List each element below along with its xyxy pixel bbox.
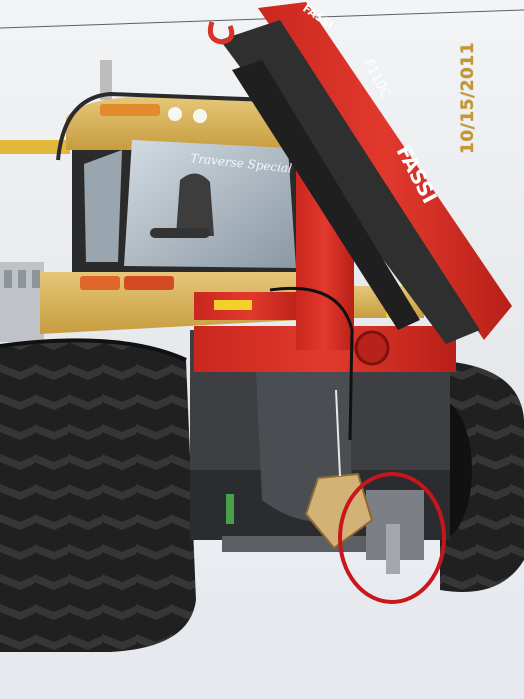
steering-wheel	[150, 228, 210, 238]
green-tag	[226, 494, 234, 524]
cab-light-2	[193, 109, 207, 123]
side-window	[84, 150, 122, 262]
cab-light-bar	[100, 104, 160, 116]
background-building	[0, 262, 44, 342]
left-track	[0, 340, 196, 652]
crane-pivot	[354, 330, 390, 366]
tractor-photo: Traverse Special FASSI F110C FASSI	[0, 0, 524, 699]
cab-light-1	[168, 107, 182, 121]
warning-label	[214, 300, 252, 310]
date-stamp: 10/15/2011	[458, 41, 478, 154]
hitch-pin	[386, 524, 400, 574]
hood-light-right	[124, 276, 174, 290]
operator-silhouette	[176, 173, 214, 236]
hood-light-left	[80, 276, 120, 290]
lower-frame	[222, 536, 382, 552]
